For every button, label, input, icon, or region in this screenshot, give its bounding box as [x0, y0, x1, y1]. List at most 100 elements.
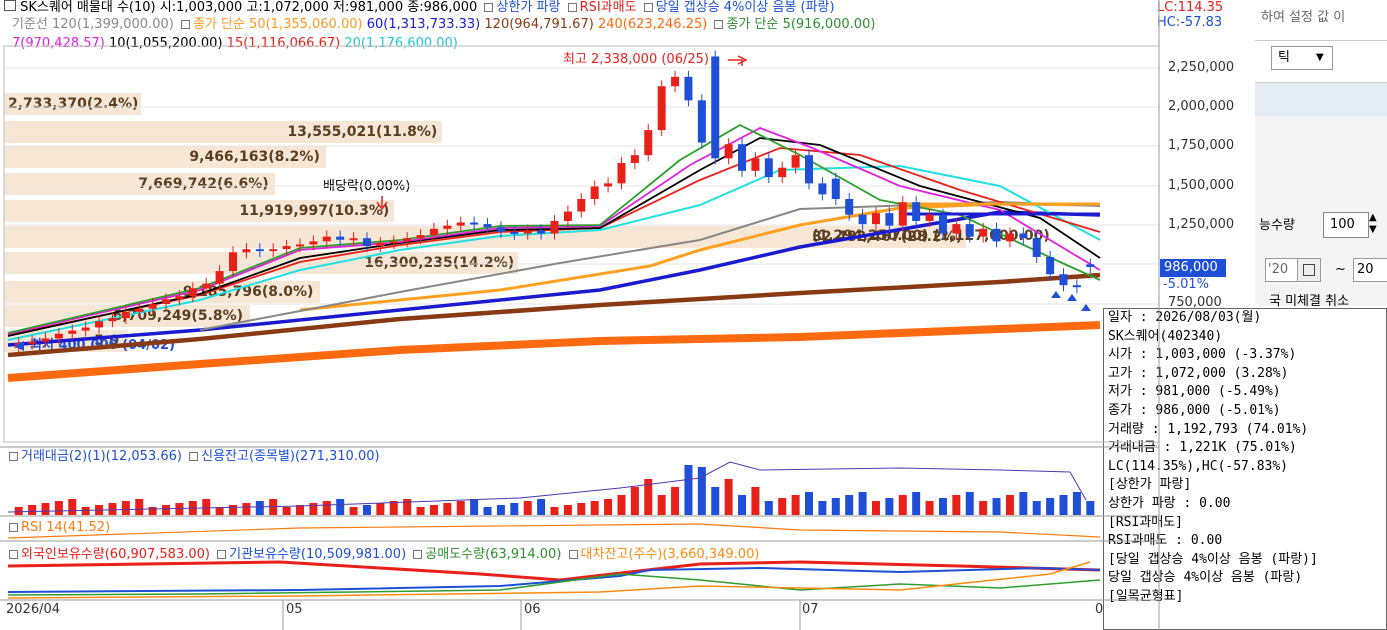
- volume-bar: [604, 499, 613, 515]
- qty-input[interactable]: 100: [1323, 212, 1369, 238]
- price-tick: 1,750,000: [1168, 138, 1235, 153]
- candle-body: [858, 214, 867, 225]
- candle-body: [255, 249, 264, 252]
- candle-body: [81, 327, 90, 331]
- volume-bar: [671, 487, 680, 515]
- current-price-badge: 986,000: [1160, 259, 1226, 277]
- volume-bar: [349, 507, 358, 515]
- candle-body: [590, 186, 599, 200]
- candle-body: [1005, 233, 1014, 242]
- calendar-icon[interactable]: [1297, 258, 1321, 282]
- candle-body: [791, 155, 800, 168]
- candle-body: [95, 321, 104, 328]
- candle-body: [738, 144, 747, 171]
- volume-bar: [791, 495, 800, 515]
- volume-bar: [282, 507, 291, 515]
- candle-body: [349, 238, 358, 241]
- volume-bar: [54, 501, 63, 515]
- volume-bar: [135, 499, 144, 515]
- volume-bar: [590, 501, 599, 515]
- candle-body: [135, 308, 144, 312]
- candle-body: [644, 130, 653, 156]
- volume-bar: [322, 501, 331, 515]
- volume-bar: [563, 505, 572, 515]
- volume-bar: [443, 503, 452, 515]
- tick-select[interactable]: 틱 ▼: [1271, 46, 1333, 70]
- candle-body: [563, 211, 572, 221]
- candle-body: [336, 236, 345, 240]
- volume-bar: [724, 479, 733, 515]
- volume-bar: [456, 501, 465, 515]
- candle-body: [938, 214, 947, 234]
- volume-bar: [1019, 492, 1028, 515]
- volume-bar: [229, 505, 238, 515]
- candle-body: [229, 252, 238, 272]
- candle-body: [362, 238, 371, 247]
- volume-bar: [912, 492, 921, 515]
- volume-bar: [1086, 501, 1095, 515]
- candle-body: [898, 202, 907, 226]
- candle-body: [269, 249, 278, 252]
- volume-bar: [992, 498, 1001, 515]
- volume-bar: [1005, 495, 1014, 515]
- volume-bar: [429, 505, 438, 515]
- volume-bar: [162, 505, 171, 515]
- candle-body: [456, 222, 465, 226]
- volume-bar: [805, 492, 814, 515]
- candle-body: [483, 224, 492, 228]
- candle-body: [496, 227, 505, 232]
- volume-bar: [41, 503, 50, 515]
- candle-body: [671, 76, 680, 87]
- volume-bar: [764, 501, 773, 515]
- volume-bar: [885, 498, 894, 515]
- volume-bar: [938, 498, 947, 515]
- volume-bar: [697, 467, 706, 515]
- candle-body: [630, 155, 639, 163]
- volume-bar: [871, 501, 880, 515]
- candle-body: [617, 163, 626, 184]
- volume-bar: [148, 507, 157, 515]
- candle-body: [885, 213, 894, 226]
- volume-bar: [537, 499, 546, 515]
- candle-body: [162, 299, 171, 304]
- date-from-input[interactable]: '20: [1265, 258, 1299, 282]
- candle-body: [537, 230, 546, 234]
- volume-bar: [416, 507, 425, 515]
- price-chart[interactable]: [0, 0, 1160, 630]
- date-to-input[interactable]: 20: [1353, 258, 1387, 282]
- volume-bar: [362, 505, 371, 515]
- candle-body: [805, 155, 814, 184]
- signal-arrow: [1081, 304, 1091, 311]
- candle-body: [188, 288, 197, 297]
- high-marker-arrow: [728, 55, 748, 66]
- candle-body: [443, 225, 452, 229]
- candle-body: [724, 144, 733, 159]
- candle-body: [952, 224, 961, 234]
- candle-body: [121, 311, 130, 319]
- volume-bar: [336, 499, 345, 515]
- volume-bar: [470, 499, 479, 515]
- candle-body: [912, 202, 921, 221]
- volume-bar: [1072, 492, 1081, 515]
- date-range-tilde: ~: [1335, 262, 1346, 277]
- hc-value: HC:-57.83: [1157, 15, 1223, 30]
- tick-label: 틱: [1278, 50, 1290, 65]
- candle-body: [697, 100, 706, 143]
- date-from-value: '20: [1268, 262, 1289, 277]
- candle-body: [778, 167, 787, 178]
- qty-stepper[interactable]: ▲ ▼: [1369, 212, 1377, 236]
- volume-bar: [684, 465, 693, 515]
- ma50-line: [299, 202, 1101, 312]
- candle-body: [1032, 238, 1041, 257]
- volume-bar: [68, 499, 77, 515]
- candle-body: [148, 304, 157, 309]
- order-panel: 하여 설정 값 이 틱 ▼ 능수량 100 ▲ ▼ '20 ~ 20 국 미체결 …: [1255, 0, 1387, 309]
- volume-bar: [81, 507, 90, 515]
- volume-bar: [1046, 498, 1055, 515]
- candle-body: [175, 296, 184, 300]
- volume-bar: [510, 503, 519, 515]
- volume-bar: [523, 501, 532, 515]
- chevron-down-icon: ▼: [1316, 52, 1324, 63]
- credit-balance-line: [7, 461, 1087, 513]
- volume-bar: [751, 487, 760, 515]
